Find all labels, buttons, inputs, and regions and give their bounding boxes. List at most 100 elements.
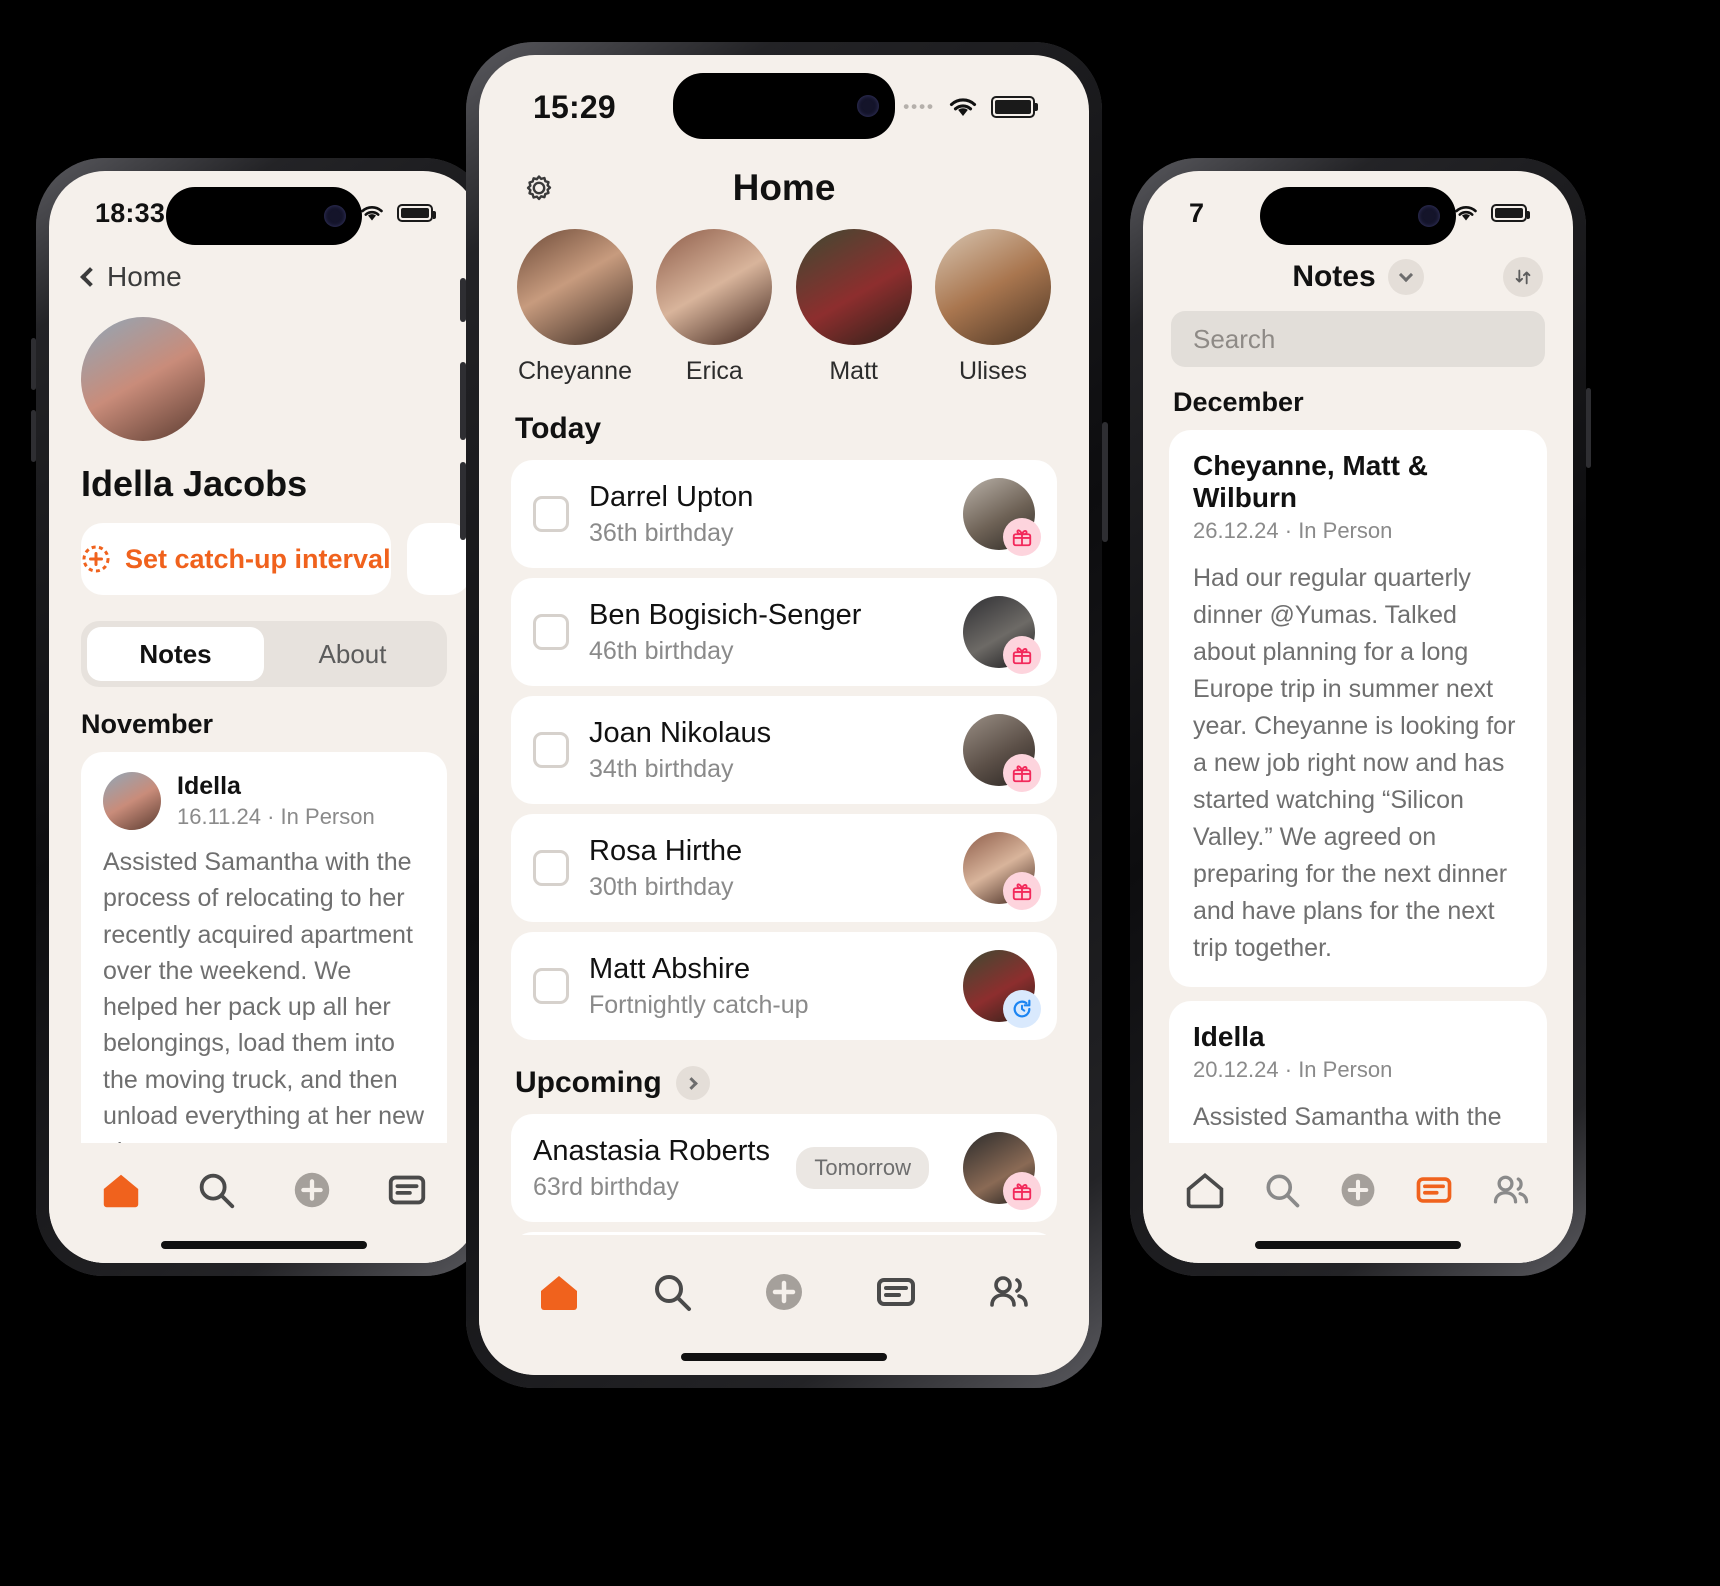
list-item[interactable]: Anastasia Roberts 63rd birthday Tomorrow — [511, 1114, 1057, 1222]
list-item[interactable]: Rosa Hirthe 30th birthday — [511, 814, 1057, 922]
avatar[interactable] — [963, 596, 1041, 674]
status-time: 18:33 — [95, 197, 166, 228]
power-button[interactable] — [1102, 422, 1108, 542]
list-item[interactable]: Joan Nikolaus 34th birthday — [511, 696, 1057, 804]
tab-notes-icon[interactable] — [384, 1167, 430, 1213]
settings-button[interactable] — [519, 168, 559, 208]
nav-bar: Home — [479, 159, 1089, 215]
mute-switch[interactable] — [460, 278, 466, 322]
month-heading-december: December — [1173, 387, 1304, 417]
item-text: Ben Bogisich-Senger 46th birthday — [589, 599, 943, 666]
avatar[interactable] — [963, 714, 1041, 792]
tab-home[interactable] — [98, 1167, 144, 1213]
item-text: Darrel Upton 36th birthday — [589, 481, 943, 548]
sort-icon[interactable] — [1503, 257, 1543, 297]
volume-up-button[interactable] — [31, 338, 36, 390]
tab-home[interactable] — [1182, 1167, 1228, 1213]
gift-glyph — [1012, 1183, 1032, 1201]
list-item[interactable]: Ben Bogisich-Senger 46th birthday — [511, 578, 1057, 686]
checkbox[interactable] — [533, 968, 569, 1004]
checkbox[interactable] — [533, 732, 569, 768]
tab-search[interactable] — [1259, 1167, 1305, 1213]
profile-avatar[interactable] — [81, 317, 205, 441]
plus-circle-dashed-icon — [82, 545, 110, 573]
phone-left-screen: 18:33 •••• Home — [49, 171, 479, 1263]
cycle-icon — [1003, 990, 1041, 1028]
dynamic-island — [673, 73, 895, 139]
battery-icon — [1491, 204, 1530, 222]
set-catchup-label: Set catch-up interval — [125, 543, 391, 574]
gift-glyph — [1012, 529, 1032, 547]
tab-home[interactable] — [536, 1269, 582, 1315]
tab-search[interactable] — [649, 1269, 695, 1315]
gift-icon — [1003, 636, 1041, 674]
chevron-down-icon[interactable] — [1387, 259, 1424, 295]
tab-add[interactable] — [289, 1167, 335, 1213]
note-card[interactable]: Idella 16.11.24 · In Person Assisted Sam… — [81, 752, 447, 1191]
status-bar: 15:29 •••• — [479, 55, 1089, 159]
avatar[interactable] — [963, 832, 1041, 910]
gear-icon — [526, 175, 552, 201]
profile-actions: Set catch-up interval — [49, 505, 479, 595]
avatar[interactable] — [963, 478, 1041, 556]
tab-search[interactable] — [193, 1167, 239, 1213]
item-subtitle: 46th birthday — [589, 636, 734, 665]
cellular-icon: •••• — [903, 97, 935, 116]
page-title: Notes — [1292, 260, 1376, 293]
tab-notes[interactable]: Notes — [87, 627, 264, 681]
person-chip[interactable]: Ulises — [927, 229, 1059, 386]
item-text: Joan Nikolaus 34th birthday — [589, 717, 943, 784]
tab-add[interactable] — [1335, 1167, 1381, 1213]
note-card[interactable]: Cheyanne, Matt & Wilburn 26.12.24 · In P… — [1169, 430, 1547, 987]
person-chip[interactable]: Matt — [788, 229, 920, 386]
avatar — [934, 229, 1051, 345]
power-button[interactable] — [1586, 388, 1591, 468]
checkbox[interactable] — [533, 850, 569, 886]
item-name: Ben Bogisich-Senger — [589, 598, 862, 631]
profile-name: Idella Jacobs — [81, 463, 308, 504]
tab-notes-icon[interactable] — [1411, 1167, 1457, 1213]
item-subtitle: Fortnightly catch-up — [589, 990, 809, 1019]
home-icon — [541, 1276, 578, 1310]
gift-glyph — [1012, 647, 1032, 665]
phone-right: 7 •••• Notes — [1130, 158, 1591, 1276]
volume-up-button[interactable] — [460, 362, 466, 440]
volume-down-button[interactable] — [460, 462, 466, 540]
volume-down-button[interactable] — [31, 410, 36, 462]
checkbox[interactable] — [533, 496, 569, 532]
notes-icon — [1417, 1177, 1452, 1203]
tab-about[interactable]: About — [264, 627, 441, 681]
screenshot-stage: 18:33 •••• Home — [0, 0, 1720, 1586]
avatar[interactable] — [963, 950, 1041, 1028]
note-body: Assisted Samantha with the process of re… — [103, 848, 425, 1166]
item-name: Rosa Hirthe — [589, 834, 743, 867]
status-badge: Tomorrow — [796, 1147, 929, 1189]
checkbox[interactable] — [533, 614, 569, 650]
list-item[interactable]: Darrel Upton 36th birthday — [511, 460, 1057, 568]
person-name: Ulises — [958, 357, 1028, 385]
tab-notes-icon[interactable] — [873, 1269, 919, 1315]
wifi-icon — [949, 97, 977, 116]
month-heading-november: November — [81, 709, 214, 739]
search-input[interactable]: Search — [1171, 311, 1545, 367]
chevron-left-icon — [80, 267, 100, 287]
phone-center: 15:29 •••• Home Cheyanne Erica Matt Ulis… — [460, 42, 1108, 1388]
note-meta: 26.12.24 · In Person — [1193, 518, 1393, 543]
avatar — [517, 229, 633, 345]
set-catchup-interval-button[interactable]: Set catch-up interval — [81, 523, 391, 595]
chevron-right-icon[interactable] — [675, 1066, 710, 1100]
home-indicator — [1255, 1241, 1461, 1249]
person-chip[interactable]: Cheyanne — [509, 229, 641, 386]
section-heading-today: Today — [515, 412, 602, 445]
tab-add[interactable] — [761, 1269, 807, 1315]
person-chip[interactable]: Erica — [648, 229, 780, 386]
item-text: Anastasia Roberts 63rd birthday — [533, 1135, 776, 1202]
catchup-cycle-glyph — [1013, 999, 1031, 1018]
tab-people[interactable] — [1488, 1167, 1534, 1213]
search-icon — [1266, 1174, 1299, 1208]
avatar[interactable] — [963, 1132, 1041, 1210]
back-button[interactable]: Home — [80, 261, 182, 293]
item-subtitle: 30th birthday — [589, 872, 734, 901]
tab-people[interactable] — [986, 1269, 1032, 1315]
list-item[interactable]: Matt Abshire Fortnightly catch-up — [511, 932, 1057, 1040]
